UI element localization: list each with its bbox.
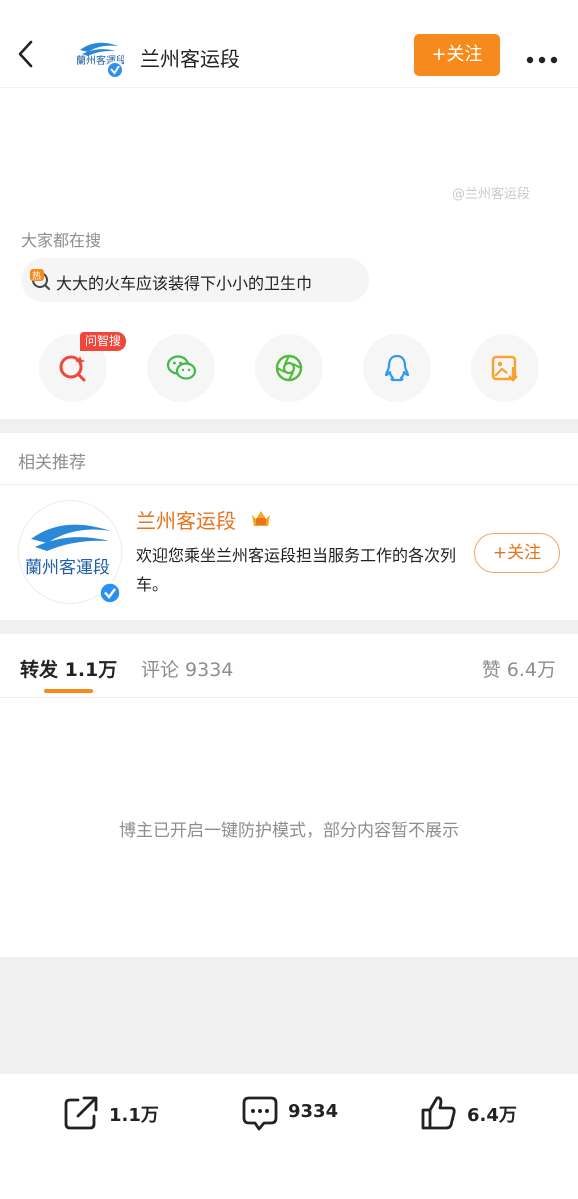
wenzhisou-search-icon (59, 355, 86, 382)
forward-count: 1.1万 (109, 1105, 159, 1126)
divider (0, 697, 578, 698)
weibo-post-page: 蘭州客運段 兰州客运段 +关注 @兰州客运段 大家都在搜 热 大大的火车应该装得… (0, 0, 578, 1199)
protection-notice: 博主已开启一键防护模式，部分内容暂不展示 (119, 821, 459, 841)
vip-crown-icon (250, 507, 272, 529)
like-action-button[interactable]: 6.4万 (420, 1074, 530, 1149)
divider (0, 484, 578, 485)
top-nav-bar: 蘭州客運段 兰州客运段 +关注 (0, 0, 578, 88)
hot-search-pill[interactable]: 热 大大的火车应该装得下小小的卫生巾 (21, 258, 369, 302)
search-hint-label: 大家都在搜 (21, 231, 102, 250)
wechat-icon (166, 355, 197, 380)
more-dots-icon (526, 56, 558, 64)
wenzhisou-badge: 问智搜 (80, 332, 127, 351)
thumbs-up-icon (421, 1096, 456, 1130)
related-follow-button[interactable]: +关注 (474, 533, 560, 573)
comment-action-button[interactable]: 9334 (241, 1074, 351, 1149)
image-watermark: @兰州客运段 (452, 187, 531, 202)
section-divider (0, 419, 578, 433)
header-avatar[interactable]: 蘭州客運段 (74, 36, 126, 79)
share-wechat-button[interactable] (147, 334, 215, 402)
svg-text:热: 热 (32, 270, 41, 282)
follow-button[interactable]: +关注 (414, 34, 500, 76)
verified-badge-icon (98, 581, 122, 605)
comment-count: 9334 (288, 1101, 339, 1122)
qq-icon (384, 354, 410, 382)
hot-search-query: 大大的火车应该装得下小小的卫生巾 (56, 274, 313, 293)
share-save-image-button[interactable] (471, 334, 539, 402)
related-account-name[interactable]: 兰州客运段 (136, 505, 236, 534)
chevron-left-icon (18, 40, 33, 68)
related-account-description: 欢迎您乘坐兰州客运段担当服务工作的各次列车。 (136, 546, 457, 594)
forward-action-button[interactable]: 1.1万 (62, 1074, 172, 1149)
moments-icon (275, 354, 303, 382)
lanzhou-logo-icon: 蘭州客運段 (76, 42, 126, 79)
save-image-icon (491, 355, 518, 382)
like-count: 6.4万 (467, 1105, 517, 1126)
more-options-button[interactable] (526, 50, 558, 64)
comment-bubble-icon (242, 1096, 278, 1131)
page-title: 兰州客运段 (140, 47, 240, 71)
tab-forward[interactable]: 转发 1.1万 (20, 655, 117, 682)
related-section-title: 相关推荐 (18, 453, 86, 473)
section-divider (0, 620, 578, 634)
hot-search-icon: 热 (30, 269, 52, 291)
share-forward-icon (64, 1096, 98, 1130)
share-qq-button[interactable] (363, 334, 431, 402)
tab-comment[interactable]: 评论 9334 (141, 655, 233, 682)
back-button[interactable] (12, 36, 42, 72)
bottom-action-bar: 1.1万 9334 6.4万 (0, 1074, 578, 1199)
tab-like[interactable]: 赞 6.4万 (482, 655, 556, 682)
share-moments-button[interactable] (255, 334, 323, 402)
svg-text:蘭州客運段: 蘭州客運段 (25, 558, 110, 578)
active-tab-indicator (44, 689, 93, 693)
bottom-spacer (0, 957, 578, 1074)
